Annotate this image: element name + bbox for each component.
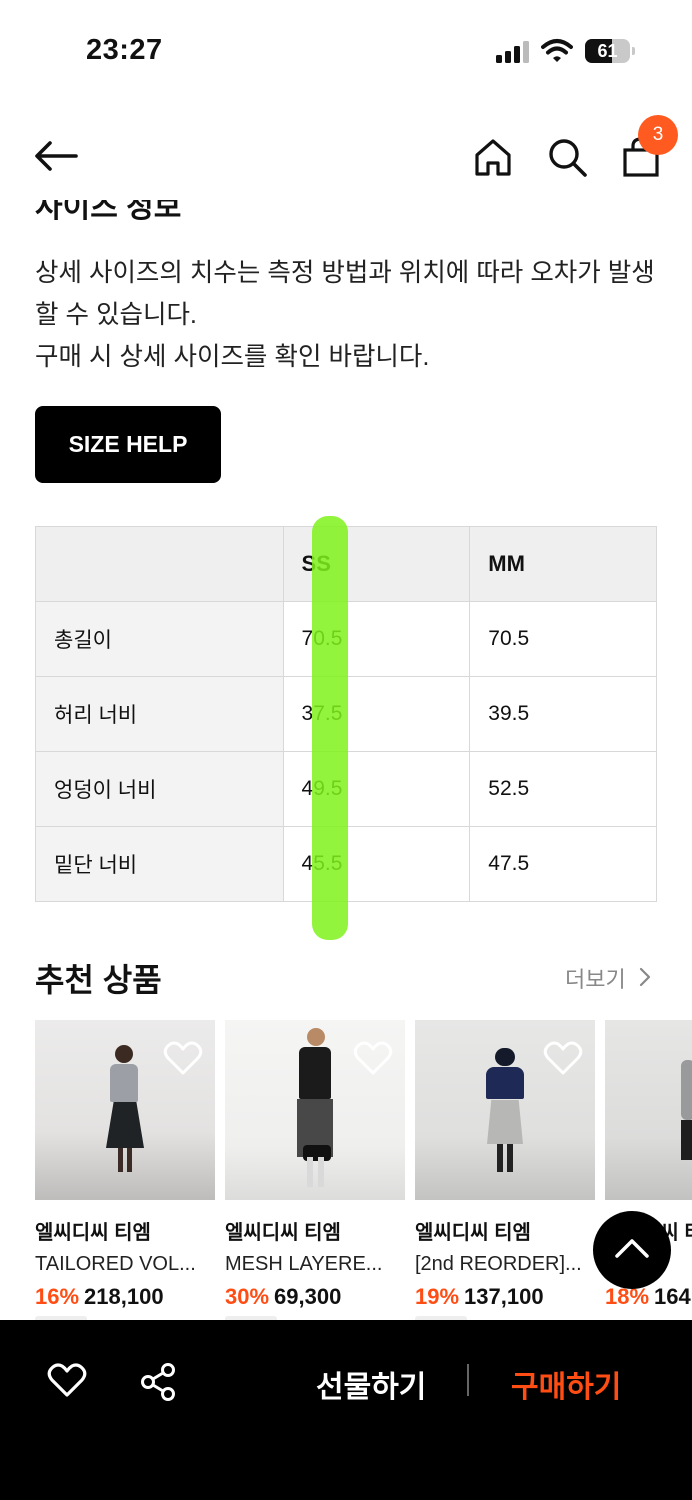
share-icon[interactable] bbox=[138, 1362, 178, 1402]
bottom-action-bar: 선물하기 구매하기 bbox=[0, 1320, 692, 1500]
product-image[interactable] bbox=[35, 1020, 215, 1200]
size-table-corner bbox=[35, 526, 284, 602]
measurement-label: 밑단 너비 bbox=[35, 826, 284, 902]
product-image[interactable] bbox=[225, 1020, 405, 1200]
battery-percent: 61 bbox=[597, 41, 618, 61]
mm-value: 52.5 bbox=[469, 751, 657, 827]
green-highlight-annotation bbox=[312, 516, 348, 940]
chevron-right-icon[interactable] bbox=[638, 967, 652, 987]
product-brand: 엘씨디씨 티엠 bbox=[35, 1222, 151, 1244]
size-notice-line-1: 상세 사이즈의 치수는 측정 방법과 위치에 따라 오차가 발생할 수 있습니다… bbox=[35, 259, 655, 329]
mm-value: 70.5 bbox=[469, 601, 657, 677]
see-more-link[interactable]: 더보기 bbox=[565, 962, 626, 994]
size-notice: 상세 사이즈의 치수는 측정 방법과 위치에 따라 오차가 발생할 수 있습니다… bbox=[35, 252, 665, 378]
home-icon[interactable] bbox=[472, 136, 514, 178]
price: 164 bbox=[654, 1284, 691, 1309]
heart-icon[interactable] bbox=[47, 1362, 87, 1398]
measurement-label: 총길이 bbox=[35, 601, 284, 677]
product-price-row: 16% 218,100 bbox=[35, 1284, 215, 1310]
product-price-row: 18% 164 bbox=[605, 1284, 692, 1310]
product-image[interactable] bbox=[605, 1020, 692, 1200]
status-bar: 23:27 61 bbox=[0, 0, 692, 100]
product-brand: 엘씨디씨 티엠 bbox=[225, 1222, 341, 1244]
mm-value: 39.5 bbox=[469, 676, 657, 752]
discount-rate: 16% bbox=[35, 1284, 80, 1309]
product-price-row: 19% 137,100 bbox=[415, 1284, 595, 1310]
heart-icon[interactable] bbox=[543, 1040, 583, 1076]
measurement-label: 엉덩이 너비 bbox=[35, 751, 284, 827]
section-heading: 사이즈 정보 bbox=[35, 200, 182, 222]
product-name: MESH LAYERE... bbox=[225, 1253, 383, 1275]
product-name: [2nd REORDER]... bbox=[415, 1253, 582, 1275]
buy-button[interactable]: 구매하기 bbox=[511, 1362, 621, 1406]
chevron-up-icon bbox=[615, 1239, 649, 1258]
mm-value: 47.5 bbox=[469, 826, 657, 902]
heart-icon[interactable] bbox=[163, 1040, 203, 1076]
recommended-products-carousel[interactable]: 엘씨디씨 티엠 TAILORED VOL... 16% 218,100 엘씨디씨 … bbox=[35, 1020, 692, 1320]
gift-button[interactable]: 선물하기 bbox=[316, 1362, 426, 1406]
discount-rate: 30% bbox=[225, 1284, 270, 1309]
product-card[interactable]: 엘씨디씨 티엠 MESH LAYERE... 30% 69,300 bbox=[225, 1020, 405, 1320]
product-image[interactable] bbox=[415, 1020, 595, 1200]
product-brand: 엘씨디씨 티엠 bbox=[415, 1222, 531, 1244]
scroll-to-top-button[interactable] bbox=[593, 1211, 671, 1289]
product-price-row: 30% 69,300 bbox=[225, 1284, 405, 1310]
cart-count-badge: 3 bbox=[638, 115, 678, 155]
battery-indicator: 61 bbox=[585, 39, 635, 63]
top-nav-bar bbox=[0, 110, 692, 200]
discount-rate: 19% bbox=[415, 1284, 460, 1309]
product-card[interactable]: 엘씨디씨 티엠 TAILORED VOL... 16% 218,100 bbox=[35, 1020, 215, 1320]
product-name: TAILORED VOL... bbox=[35, 1253, 196, 1275]
price: 218,100 bbox=[84, 1284, 164, 1309]
cellular-signal-icon bbox=[496, 41, 529, 63]
back-arrow-icon[interactable] bbox=[32, 138, 80, 174]
recommended-title: 추천 상품 bbox=[35, 962, 162, 998]
size-notice-line-2: 구매 시 상세 사이즈를 확인 바랍니다. bbox=[35, 343, 430, 371]
button-divider bbox=[467, 1364, 469, 1396]
section-heading-clipped: 사이즈 정보 bbox=[35, 200, 335, 222]
price: 137,100 bbox=[464, 1284, 544, 1309]
heart-icon[interactable] bbox=[353, 1040, 393, 1076]
search-icon[interactable] bbox=[546, 136, 588, 178]
size-column-mm: MM bbox=[469, 526, 657, 602]
measurement-label: 허리 너비 bbox=[35, 676, 284, 752]
product-card[interactable]: 엘씨디씨 티엠 [2nd REORDER]... 19% 137,100 bbox=[415, 1020, 595, 1320]
price: 69,300 bbox=[274, 1284, 342, 1309]
wifi-icon bbox=[541, 39, 573, 62]
size-help-button[interactable]: SIZE HELP bbox=[35, 406, 221, 483]
status-time: 23:27 bbox=[86, 34, 163, 66]
